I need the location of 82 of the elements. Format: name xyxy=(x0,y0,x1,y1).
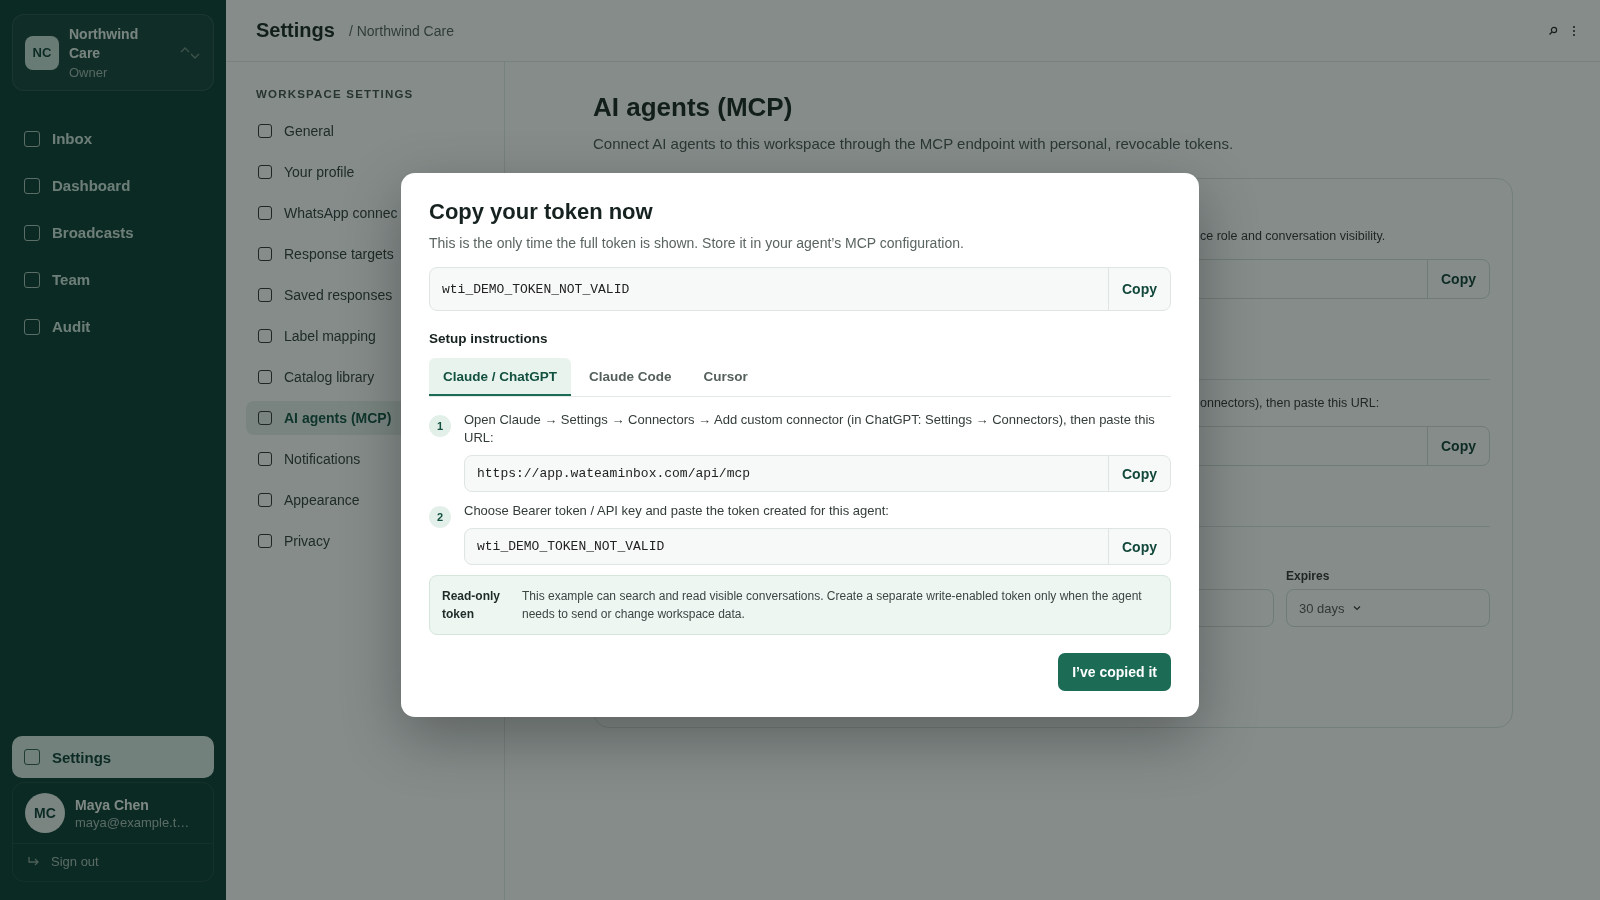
copy-button[interactable]: Copy xyxy=(1108,268,1170,310)
square-icon xyxy=(24,130,40,147)
settings-nav-item[interactable]: Your profile xyxy=(246,155,484,189)
copy-button[interactable]: Copy xyxy=(1108,456,1170,491)
workspace-avatar: NC xyxy=(25,35,59,70)
user-email: maya@example.t… xyxy=(75,814,191,830)
page-title: Settings xyxy=(256,19,335,42)
settings-nav-label: Label mapping xyxy=(284,328,376,344)
setup-heading: Setup instructions xyxy=(429,331,549,346)
section-title: AI agents (MCP) xyxy=(593,92,794,123)
square-icon xyxy=(258,247,272,261)
settings-nav-label: Response targets xyxy=(284,246,394,262)
note-label: Read-only token xyxy=(442,588,501,623)
token-field[interactable]: wti_DEMO_TOKEN_NOT_VALID Copy xyxy=(429,267,1171,311)
square-icon xyxy=(258,329,272,343)
square-icon xyxy=(24,224,40,241)
step-text: Choose Bearer token / API key and paste the token created for this agent: xyxy=(464,502,890,520)
user-avatar: MC xyxy=(25,793,65,833)
square-icon xyxy=(258,493,272,507)
workspace-name: Northwind Care xyxy=(69,25,140,63)
copy-button[interactable]: Copy xyxy=(1427,260,1489,298)
square-icon xyxy=(258,452,272,466)
nav-item[interactable]: Broadcasts xyxy=(12,209,214,256)
tab[interactable]: Claude / ChatGPT xyxy=(429,358,571,396)
square-icon xyxy=(258,534,272,548)
card-text: onnectors), then paste this URL: xyxy=(1199,396,1381,412)
section-heading: WORKSPACE SETTINGS xyxy=(255,88,415,100)
field-label: Expires xyxy=(1286,569,1331,583)
settings-nav-label: Appearance xyxy=(284,492,360,508)
square-icon xyxy=(24,318,40,335)
step-number: 1 xyxy=(429,415,451,437)
settings-nav-item[interactable]: General xyxy=(246,114,484,148)
settings-nav-label: WhatsApp connec xyxy=(284,205,398,221)
tab[interactable]: Claude Code xyxy=(575,358,686,396)
settings-nav-label: General xyxy=(284,123,334,139)
confirm-button[interactable]: I’ve copied it xyxy=(1058,653,1171,691)
settings-nav-label: Catalog library xyxy=(284,369,375,385)
settings-nav-label: Privacy xyxy=(284,533,330,549)
nav-label: Team xyxy=(52,271,91,288)
section-description: Connect AI agents to this workspace through the MCP endpoint with personal, revocable tokens. xyxy=(593,135,1235,152)
square-icon xyxy=(24,271,40,288)
note-text: This example can search and read visible conversations. Create a separate write-enabled token only when the agent needs to send or change workspace data. xyxy=(522,588,1143,623)
nav-item[interactable]: Audit xyxy=(12,303,214,350)
square-icon xyxy=(258,370,272,384)
sign-out-link[interactable]: Sign out xyxy=(13,844,213,881)
dialog-title: Copy your token now xyxy=(429,199,654,225)
search-icon[interactable] xyxy=(1548,25,1558,36)
dialog-description: This is the only time the full token is shown. Store it in your agent’s MCP configuration. xyxy=(429,235,965,251)
nav-label: Inbox xyxy=(52,130,92,147)
nav-label: Dashboard xyxy=(52,177,131,194)
settings-nav-label: Notifications xyxy=(284,451,361,467)
sign-out-icon xyxy=(27,855,41,868)
square-icon xyxy=(24,749,40,765)
user-name: Maya Chen xyxy=(75,796,150,813)
workspace-role: Owner xyxy=(69,65,109,80)
nav-item[interactable]: Settings xyxy=(12,736,214,778)
square-icon xyxy=(258,206,272,220)
settings-nav-label: Saved responses xyxy=(284,287,393,303)
square-icon xyxy=(24,177,40,194)
more-icon[interactable] xyxy=(1572,24,1576,37)
value-field[interactable]: https://app.wateaminbox.com/api/mcp Copy xyxy=(464,455,1171,492)
nav-item[interactable]: Dashboard xyxy=(12,162,214,209)
square-icon xyxy=(258,288,272,302)
copy-button[interactable]: Copy xyxy=(1108,529,1170,564)
nav-item[interactable]: Team xyxy=(12,256,214,303)
step-number: 2 xyxy=(429,506,451,528)
value-field[interactable]: wti_DEMO_TOKEN_NOT_VALID Copy xyxy=(464,528,1171,565)
settings-nav-label: AI agents (MCP) xyxy=(284,410,392,426)
card-text: ce role and conversation visibility. xyxy=(1199,229,1387,245)
chevron-down-icon xyxy=(1352,605,1361,611)
square-icon xyxy=(258,411,272,425)
settings-nav-label: Your profile xyxy=(284,164,355,180)
tab[interactable]: Cursor xyxy=(689,358,762,396)
square-icon xyxy=(258,165,272,179)
nav-label: Broadcasts xyxy=(52,224,134,241)
nav-item[interactable]: Inbox xyxy=(12,115,214,162)
expires-select[interactable]: 30 days xyxy=(1286,589,1490,627)
breadcrumb: / Northwind Care xyxy=(348,22,454,39)
square-icon xyxy=(258,124,272,138)
nav-label: Audit xyxy=(52,318,91,335)
nav-label: Settings xyxy=(52,748,112,766)
copy-button[interactable]: Copy xyxy=(1427,427,1489,465)
